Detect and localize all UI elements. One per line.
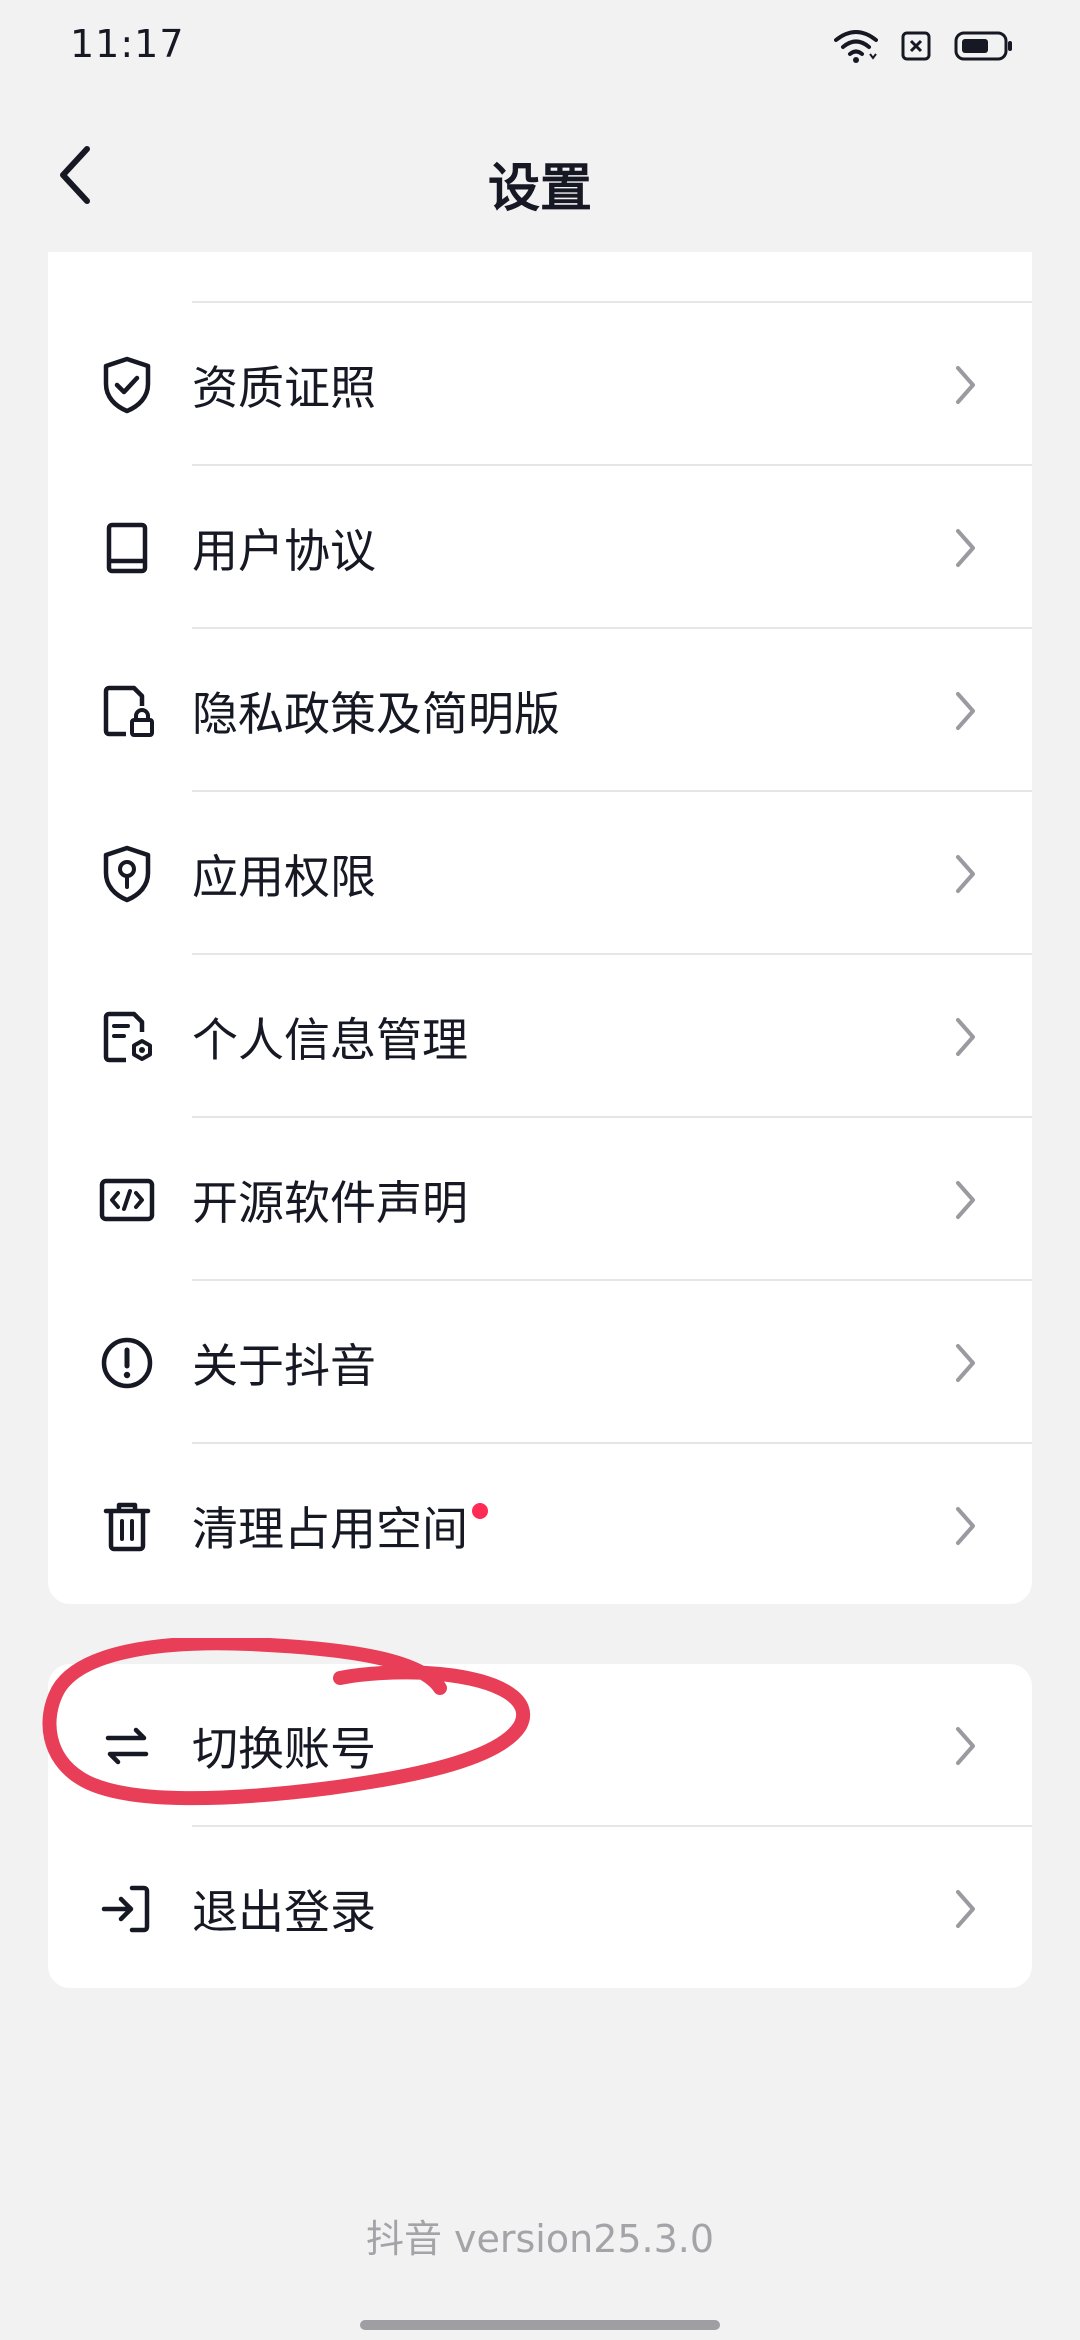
nav-bar: 设置 [0, 120, 1080, 230]
document-lock-icon [103, 685, 154, 737]
book-icon [106, 522, 148, 573]
settings-item-about[interactable]: 关于抖音 [48, 1281, 1032, 1444]
home-indicator[interactable] [360, 2320, 720, 2330]
settings-item-label: 切换账号 [192, 1721, 376, 1776]
chevron-right-icon [956, 1889, 975, 1928]
status-time: 11:17 [70, 22, 185, 66]
account-card: 切换账号 退出登录 [48, 1664, 1032, 1988]
status-icons [834, 28, 1014, 64]
settings-list-card: 资质证照 用户协议 隐私政策及简明版 应用权限 个人信息管理 开源软件声明 关于… [48, 252, 1032, 1604]
notification-dot [472, 1502, 488, 1519]
settings-item-clear-storage[interactable]: 清理占用空间 [48, 1444, 1032, 1607]
settings-item-user-agreement[interactable]: 用户协议 [48, 466, 1032, 629]
chevron-right-icon [956, 1726, 975, 1765]
code-icon [99, 1178, 155, 1221]
page-title: 设置 [487, 159, 592, 219]
battery-icon [954, 31, 1012, 61]
chevron-right-icon [956, 854, 975, 893]
chevron-right-icon [956, 1017, 975, 1056]
settings-item-privacy-policy[interactable]: 隐私政策及简明版 [48, 629, 1032, 792]
settings-item-label: 个人信息管理 [192, 1012, 468, 1067]
chevron-right-icon [956, 691, 975, 730]
settings-item-app-permissions[interactable]: 应用权限 [48, 792, 1032, 955]
no-sim-icon [901, 31, 931, 61]
chevron-right-icon [956, 1343, 975, 1382]
settings-item-label: 用户协议 [192, 523, 376, 578]
settings-item-qualifications[interactable]: 资质证照 [48, 303, 1032, 466]
settings-item-label: 资质证照 [192, 360, 376, 415]
shield-key-icon [103, 845, 151, 902]
status-bar: 11:17 [0, 0, 1080, 96]
info-circle-icon [101, 1337, 153, 1388]
settings-item-label: 退出登录 [192, 1884, 376, 1939]
wifi-icon [834, 30, 878, 63]
settings-item-personal-info[interactable]: 个人信息管理 [48, 955, 1032, 1118]
version-text: 抖音 version25.3.0 [365, 2217, 715, 2261]
settings-item-label: 应用权限 [192, 849, 376, 904]
chevron-right-icon [956, 528, 975, 567]
settings-item-label: 关于抖音 [192, 1338, 376, 1393]
settings-item-open-source[interactable]: 开源软件声明 [48, 1118, 1032, 1281]
chevron-right-icon [956, 365, 975, 404]
document-gear-icon [103, 1011, 152, 1062]
trash-icon [103, 1502, 151, 1551]
settings-item-label: 隐私政策及简明版 [192, 686, 560, 741]
logout-icon [101, 1885, 150, 1932]
settings-item-label: 开源软件声明 [192, 1175, 468, 1230]
chevron-right-icon [956, 1506, 975, 1545]
settings-item-label: 清理占用空间 [192, 1493, 488, 1559]
settings-item-switch-account[interactable]: 切换账号 [48, 1664, 1032, 1827]
shield-check-icon [103, 356, 151, 413]
chevron-right-icon [956, 1180, 975, 1219]
switch-arrows-icon [105, 1727, 149, 1764]
settings-item-logout[interactable]: 退出登录 [48, 1827, 1032, 1990]
